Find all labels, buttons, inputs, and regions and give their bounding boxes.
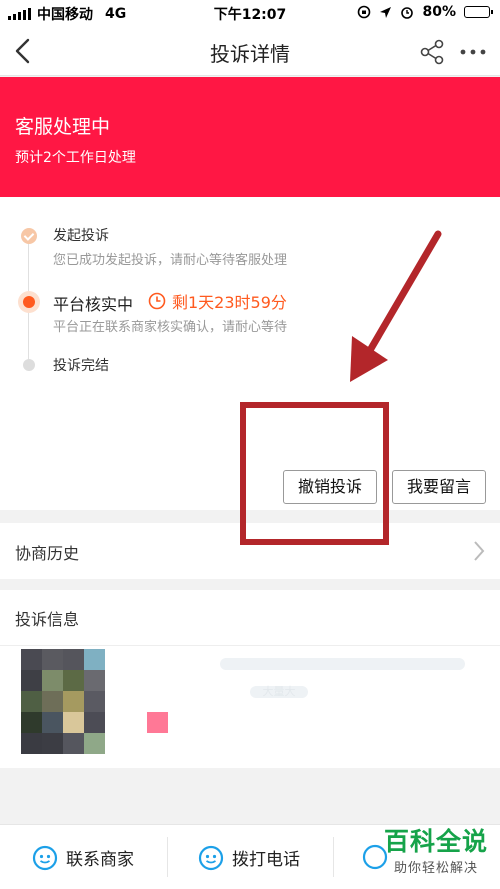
status-banner: 客服处理中 预计2个工作日处理	[0, 77, 500, 197]
watermark: 百科全说 助你轻松解决	[372, 827, 500, 876]
chevron-right-icon	[474, 541, 485, 561]
more-icon[interactable]	[458, 38, 488, 66]
check-icon	[21, 228, 37, 244]
divider	[333, 837, 334, 877]
share-icon[interactable]	[418, 38, 446, 66]
product-color-swatch	[147, 712, 168, 733]
revoke-complaint-button[interactable]: 撤销投诉	[283, 470, 377, 504]
banner-title: 客服处理中	[15, 116, 111, 138]
location-icon	[380, 6, 392, 18]
progress-card: 发起投诉 您已成功发起投诉，请耐心等待客服处理 平台核实中 剩1天23时59分 …	[0, 197, 500, 510]
battery-icon	[464, 6, 493, 18]
call-phone-button[interactable]: 拨打电话	[198, 825, 300, 889]
contact-merchant-button[interactable]: 联系商家	[32, 825, 134, 889]
product-thumbnail[interactable]	[21, 649, 105, 754]
chat-face-icon	[32, 845, 58, 870]
battery-percent: 80%	[422, 4, 456, 20]
divider	[167, 837, 168, 877]
negotiation-history-row[interactable]: 协商历史	[0, 523, 500, 579]
active-step-dot	[18, 291, 40, 313]
call-phone-label: 拨打电话	[232, 850, 300, 870]
nav-bar: 投诉详情	[0, 26, 500, 76]
watermark-main: 百科全说	[383, 827, 488, 856]
alarm-icon	[401, 7, 414, 19]
step-desc-2: 平台正在联系商家核实确认，请耐心等待	[53, 320, 288, 335]
clock-icon	[148, 292, 166, 310]
countdown: 剩1天23时59分	[148, 289, 287, 313]
contact-merchant-label: 联系商家	[66, 850, 134, 870]
leave-message-button[interactable]: 我要留言	[392, 470, 486, 504]
step-desc-1: 您已成功发起投诉，请耐心等待客服处理	[53, 253, 288, 268]
complaint-info-title: 投诉信息	[15, 610, 80, 629]
orientation-lock-icon	[358, 5, 371, 19]
complaint-info-card: 投诉信息 大量大	[0, 590, 500, 768]
product-text-blurred	[220, 658, 465, 670]
status-bar: 中国移动 4G 下午12:07 80%	[0, 0, 500, 26]
pending-step-dot	[23, 359, 35, 371]
watermark-sub: 助你轻松解决	[393, 861, 478, 876]
banner-subtitle: 预计2个工作日处理	[15, 150, 136, 166]
step-title-2: 平台核实中	[53, 295, 134, 314]
countdown-text: 剩1天23时59分	[172, 293, 287, 312]
step-title-1: 发起投诉	[53, 228, 109, 244]
product-text-line-2: 大量大	[250, 686, 308, 698]
divider	[0, 645, 500, 646]
history-label: 协商历史	[15, 544, 80, 563]
step-title-3: 投诉完结	[53, 358, 109, 374]
chat-face-icon	[198, 845, 224, 870]
